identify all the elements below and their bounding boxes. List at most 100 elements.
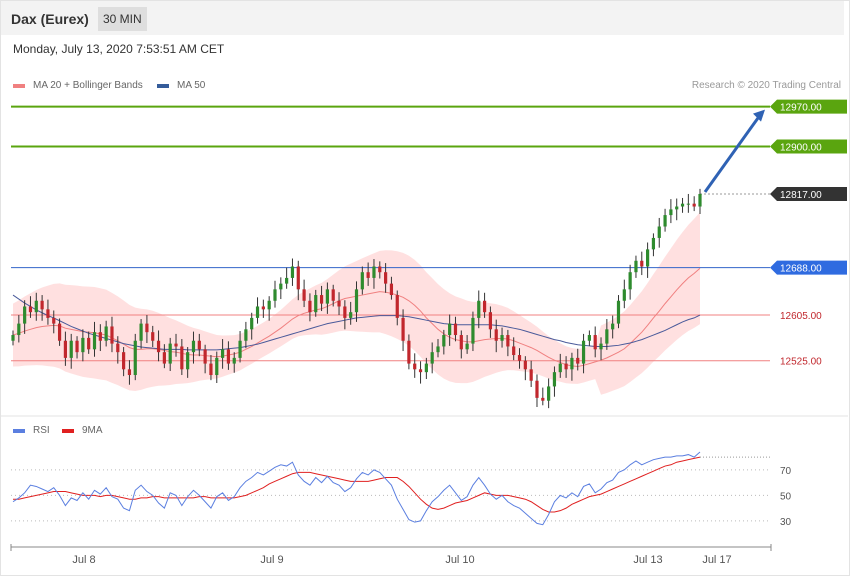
- level-tag-12525.00: 12525.00: [780, 357, 822, 368]
- candle-body: [599, 343, 603, 350]
- candle-body: [69, 340, 73, 358]
- candle: [267, 296, 271, 321]
- candle-body: [191, 340, 196, 353]
- candle-body: [500, 335, 504, 341]
- candle-body: [296, 266, 300, 290]
- candle-body: [535, 380, 539, 398]
- candle: [675, 198, 679, 221]
- candle-body: [418, 369, 423, 373]
- candle-body: [372, 266, 376, 278]
- candle-body: [17, 323, 21, 336]
- candle-body: [465, 343, 469, 350]
- candle: [692, 196, 696, 212]
- price-chart[interactable]: 12970.00 12900.00 12817.00 12688.00 12605.00…: [0, 0, 850, 576]
- candle-body: [471, 317, 475, 344]
- candle-body: [279, 283, 283, 290]
- candle-body: [255, 306, 260, 318]
- candle: [634, 255, 638, 278]
- candle-body: [325, 289, 329, 304]
- candle-body: [127, 369, 132, 376]
- candle-body: [378, 266, 382, 273]
- candle-body: [319, 295, 324, 304]
- level-label: 12688.00: [780, 264, 822, 275]
- candle-body: [314, 295, 318, 313]
- candle-body: [331, 289, 335, 301]
- candle-body: [506, 335, 510, 347]
- candle-body: [57, 323, 62, 341]
- candle-body: [40, 300, 44, 310]
- candle-body: [587, 335, 591, 341]
- candle-body: [145, 323, 149, 333]
- candle-body: [669, 209, 673, 216]
- candle-body: [220, 349, 225, 358]
- candle: [686, 193, 690, 213]
- candle-body: [558, 363, 562, 373]
- candle-body: [343, 306, 347, 318]
- candle: [279, 277, 283, 300]
- candle-body: [290, 266, 295, 278]
- candle: [413, 353, 417, 378]
- candle-body: [593, 335, 597, 350]
- candle: [547, 378, 551, 409]
- candle-body: [354, 289, 359, 313]
- projection-arrow: [703, 115, 761, 193]
- candle-body: [46, 309, 50, 318]
- candle-body: [512, 346, 516, 356]
- candle-body: [139, 323, 143, 341]
- candle-body: [156, 340, 161, 353]
- candle-body: [273, 289, 277, 301]
- candle-body: [517, 355, 522, 361]
- candle: [698, 188, 702, 214]
- rsi-tick-label: 70: [780, 466, 792, 477]
- candle-body: [203, 349, 207, 364]
- candle-body: [407, 340, 411, 364]
- candle-body: [663, 215, 667, 227]
- candle-body: [104, 326, 108, 341]
- candle-body: [547, 386, 551, 401]
- level-label: 12817.00: [780, 190, 822, 201]
- candle-body: [87, 337, 91, 350]
- candle: [651, 233, 656, 257]
- candle-body: [541, 397, 545, 401]
- level-label: 12525.00: [780, 357, 822, 368]
- candle-body: [133, 340, 137, 376]
- candle: [640, 251, 644, 276]
- candle-body: [28, 306, 33, 313]
- candle-body: [430, 352, 434, 364]
- candle-body: [244, 329, 248, 341]
- level-tag-12970.00: 12970.00: [770, 99, 847, 114]
- candle-body: [576, 357, 580, 364]
- level-tag-12900.00: 12900.00: [770, 139, 847, 154]
- candle: [657, 217, 661, 248]
- candle-body: [360, 272, 364, 290]
- candle-body: [98, 332, 102, 341]
- candle-body: [209, 363, 213, 376]
- candle-body: [267, 300, 271, 310]
- x-tick-label: Jul 17: [702, 554, 731, 566]
- candle-body: [634, 260, 638, 273]
- candle-body: [261, 306, 265, 310]
- candle-body: [616, 300, 621, 324]
- candle-body: [611, 323, 615, 330]
- candle-body: [436, 346, 440, 353]
- candle-body: [605, 329, 609, 344]
- candle-body: [523, 360, 527, 370]
- candle-body: [482, 300, 487, 313]
- candle-body: [389, 283, 394, 296]
- candle-body: [151, 332, 155, 341]
- projection-arrowhead: [753, 109, 765, 122]
- candle-body: [75, 340, 79, 353]
- candle-body: [459, 335, 463, 350]
- candle: [285, 267, 289, 289]
- candle: [680, 197, 685, 213]
- candle-body: [686, 203, 690, 205]
- candle: [628, 264, 632, 300]
- candle-body: [186, 352, 190, 370]
- candle-body: [11, 335, 15, 341]
- candle-body: [110, 326, 114, 344]
- candle-body: [552, 372, 557, 387]
- candle-body: [180, 346, 184, 370]
- candle: [541, 387, 545, 406]
- candle: [646, 242, 650, 278]
- level-tag-12605.00: 12605.00: [780, 311, 822, 322]
